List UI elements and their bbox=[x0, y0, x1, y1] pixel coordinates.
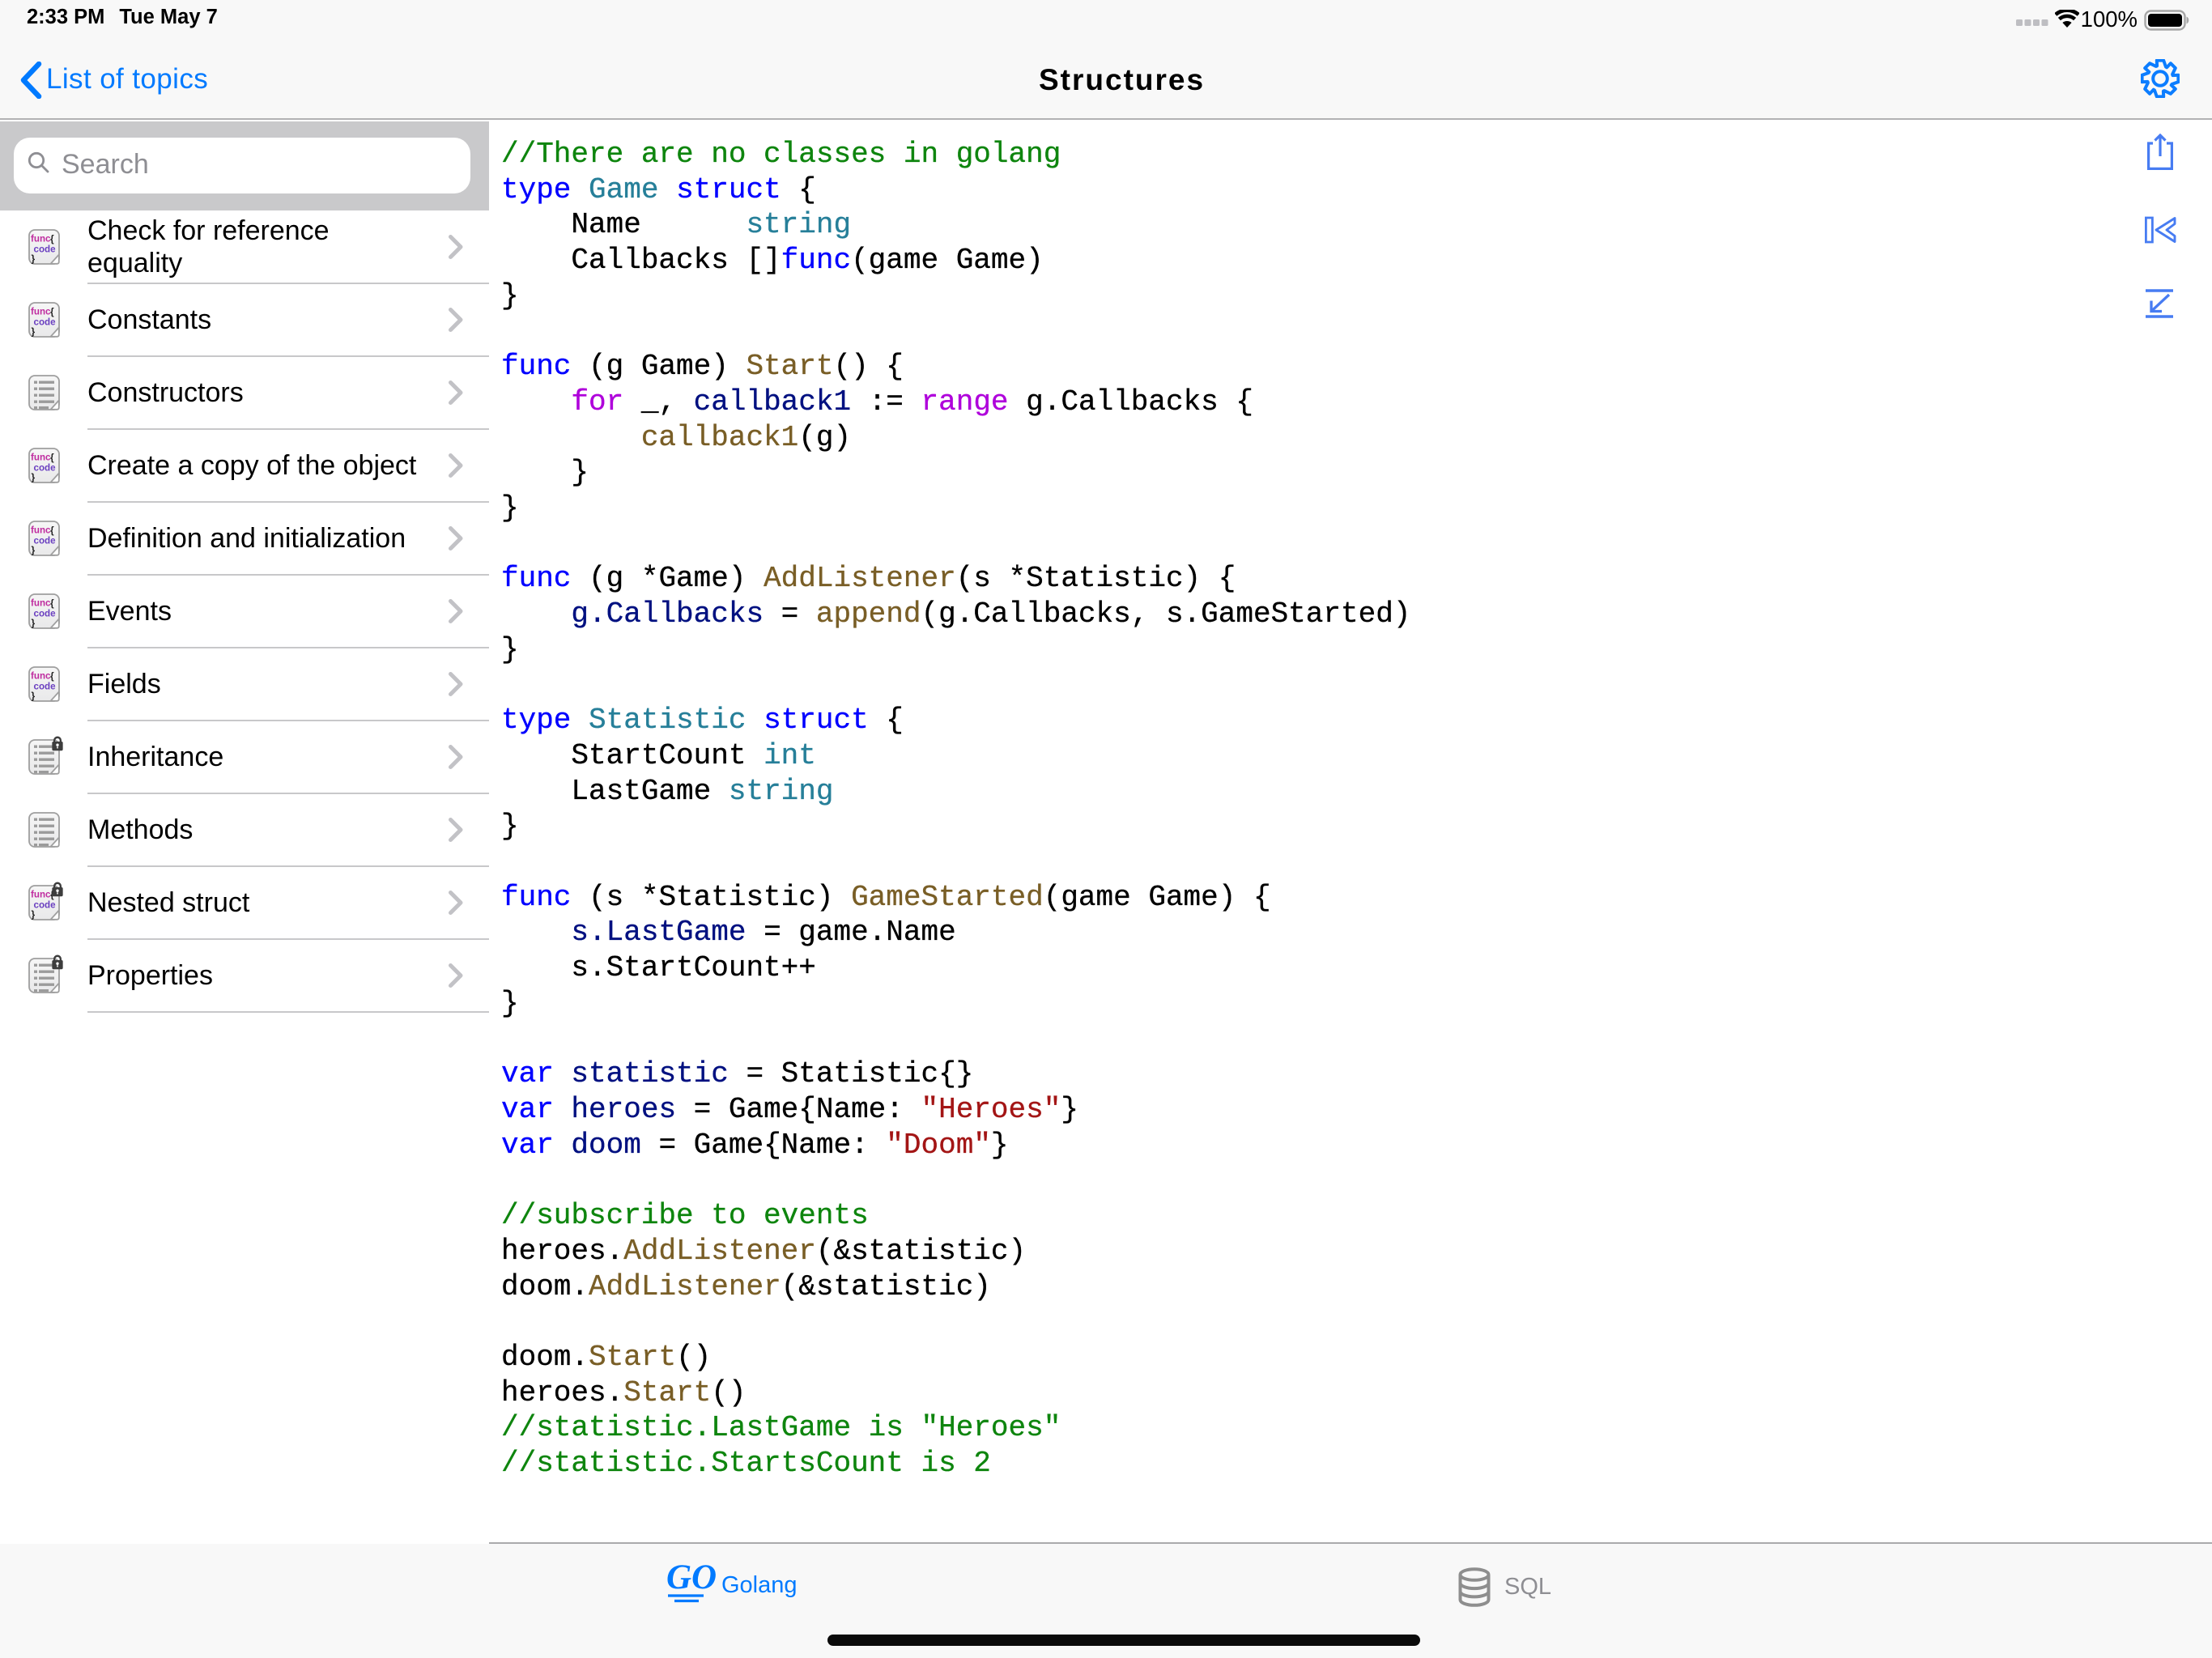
svg-text:GO: GO bbox=[666, 1558, 717, 1596]
